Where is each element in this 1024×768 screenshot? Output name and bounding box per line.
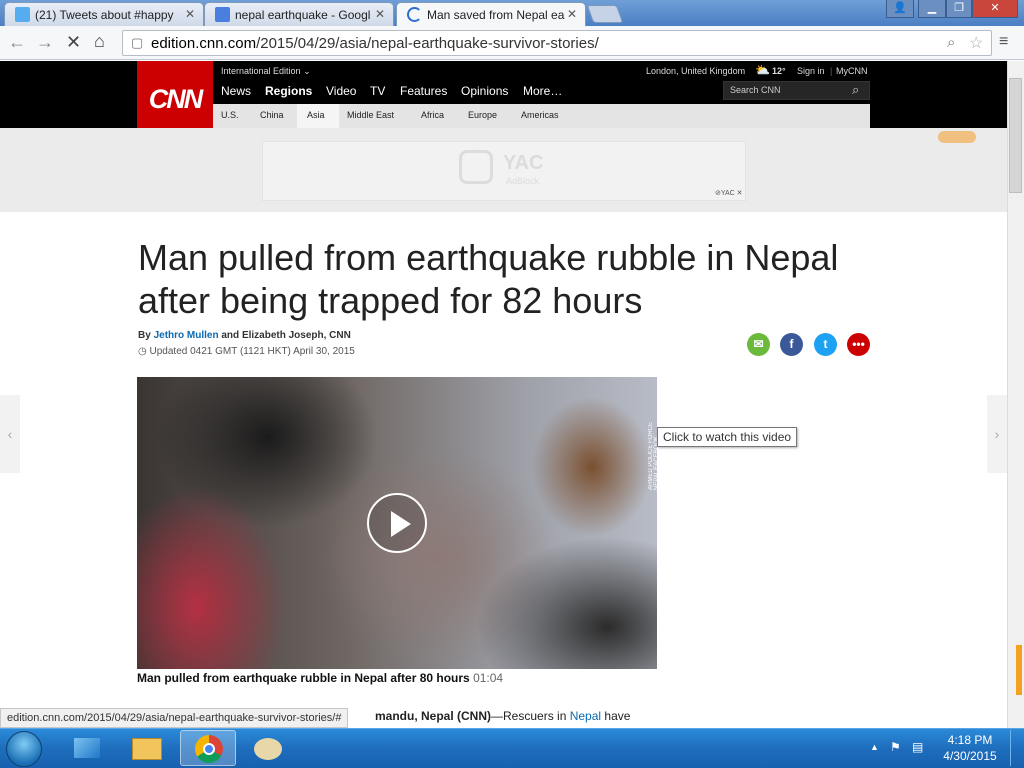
shield-icon <box>459 150 493 184</box>
prev-article-arrow-icon[interactable]: ‹ <box>0 395 20 473</box>
forward-button[interactable]: → <box>36 32 54 53</box>
facebook-share-icon[interactable]: f <box>780 333 803 356</box>
nav-more[interactable]: More… <box>523 84 562 98</box>
maximize-button[interactable]: ❐ <box>946 0 972 18</box>
minimize-button[interactable]: ▁ <box>918 0 946 18</box>
author-link[interactable]: Jethro Mullen <box>154 330 219 341</box>
temperature: 12° <box>772 66 786 76</box>
ad-brand: YAC <box>503 152 544 174</box>
email-share-icon[interactable]: ✉ <box>747 333 770 356</box>
ad-choices-icon[interactable]: ⊘YAC ✕ <box>715 189 743 197</box>
home-button[interactable]: ⌂ <box>94 31 105 52</box>
search-placeholder: Search CNN <box>730 85 781 95</box>
author-text: Elizabeth Joseph, CNN <box>241 330 351 341</box>
file-explorer-icon[interactable] <box>120 730 176 766</box>
more-share-icon[interactable]: ••• <box>847 333 870 356</box>
tray-expand-icon[interactable]: ▲ <box>870 742 879 752</box>
stop-button[interactable]: ✕ <box>66 32 81 53</box>
subnav-africa[interactable]: Africa <box>421 110 444 120</box>
tab-cnn-active[interactable]: Man saved from Nepal ea ✕ <box>396 2 586 27</box>
url-text: edition.cnn.com/2015/04/29/asia/nepal-ea… <box>151 35 599 52</box>
nav-opinions[interactable]: Opinions <box>461 84 508 98</box>
show-desktop-button[interactable] <box>1010 730 1022 766</box>
zoom-icon[interactable]: ⌕ <box>947 34 955 51</box>
bookmark-star-icon[interactable]: ☆ <box>969 33 983 53</box>
ad-placeholder[interactable]: YAC AdBlock ⊘YAC ✕ <box>262 141 746 201</box>
subnav-china[interactable]: China <box>260 110 284 120</box>
article-body: mandu, Nepal (CNN)—Rescuers in Nepal hav… <box>375 709 631 723</box>
close-icon[interactable]: ✕ <box>375 7 385 21</box>
search-input[interactable]: Search CNN ⌕ <box>723 81 870 100</box>
new-tab-button[interactable] <box>586 5 624 23</box>
video-tooltip: Click to watch this video <box>657 427 798 447</box>
nav-news[interactable]: News <box>221 84 251 98</box>
back-button[interactable]: ← <box>8 32 26 53</box>
window-close-button[interactable]: ✕ <box>972 0 1018 18</box>
regions-subnav: U.S. China Asia Middle East Africa Europ… <box>213 104 870 128</box>
video-duration: 01:04 <box>473 671 504 685</box>
location: London, United Kingdom <box>646 66 746 76</box>
close-icon[interactable]: ✕ <box>567 7 577 21</box>
status-bar-url: edition.cnn.com/2015/04/29/asia/nepal-ea… <box>0 708 349 728</box>
twitter-icon <box>15 7 30 22</box>
video-caption: Man pulled from earthquake rubble in Nep… <box>137 671 504 685</box>
loading-icon <box>407 7 422 22</box>
nav-video[interactable]: Video <box>326 84 356 98</box>
nav-tv[interactable]: TV <box>370 84 385 98</box>
search-icon[interactable]: ⌕ <box>852 82 859 98</box>
next-article-arrow-icon[interactable]: › <box>987 395 1007 473</box>
tab-title: nepal earthquake - Googl <box>235 8 371 22</box>
cnn-logo[interactable]: CNN <box>137 61 213 137</box>
network-icon[interactable]: ▤ <box>912 740 923 754</box>
updated-timestamp: ◷ Updated 0421 GMT (1121 HKT) April 30, … <box>138 346 355 357</box>
media-player-icon[interactable] <box>60 730 116 766</box>
chevron-down-icon: ⌄ <box>303 66 311 76</box>
ad-sub: AdBlock <box>506 176 540 186</box>
my-cnn-link[interactable]: MyCNN <box>836 66 868 76</box>
nepal-link[interactable]: Nepal <box>570 709 601 723</box>
scrollbar-thumb[interactable] <box>1009 78 1022 193</box>
scroll-marker <box>1016 645 1022 695</box>
taskbar-clock[interactable]: 4:18 PM 4/30/2015 <box>940 732 1000 764</box>
clock-icon: ◷ <box>138 346 147 357</box>
edition-selector[interactable]: International Edition ⌄ <box>221 66 311 77</box>
google-icon <box>215 7 230 22</box>
yac-badge-icon[interactable] <box>938 131 976 143</box>
subnav-middle-east[interactable]: Middle East <box>347 110 394 120</box>
divider: | <box>830 66 833 76</box>
menu-icon[interactable]: ≡ <box>999 33 1008 51</box>
tab-title: (21) Tweets about #happy <box>35 8 174 22</box>
twitter-share-icon[interactable]: t <box>814 333 837 356</box>
chrome-icon[interactable] <box>180 730 236 766</box>
subnav-americas[interactable]: Americas <box>521 110 559 120</box>
tab-title: Man saved from Nepal ea <box>427 8 565 22</box>
page-icon: ▢ <box>131 35 144 50</box>
subnav-us[interactable]: U.S. <box>221 110 239 120</box>
sign-in-link[interactable]: Sign in <box>797 66 825 76</box>
tab-twitter[interactable]: (21) Tweets about #happy ✕ <box>4 2 204 26</box>
user-icon[interactable]: 👤 <box>886 0 914 18</box>
paint-icon[interactable] <box>240 730 296 766</box>
subnav-europe[interactable]: Europe <box>468 110 497 120</box>
play-icon[interactable] <box>367 493 427 553</box>
close-icon[interactable]: ✕ <box>185 7 195 21</box>
byline: By Jethro Mullen and Elizabeth Joseph, C… <box>138 330 351 341</box>
weather-icon: ⛅ <box>755 63 770 77</box>
nav-features[interactable]: Features <box>400 84 447 98</box>
subnav-asia[interactable]: Asia <box>307 110 325 120</box>
address-bar[interactable]: ▢ edition.cnn.com/2015/04/29/asia/nepal-… <box>122 30 992 56</box>
tab-google[interactable]: nepal earthquake - Googl ✕ <box>204 2 394 26</box>
article-headline: Man pulled from earthquake rubble in Nep… <box>138 237 839 321</box>
nav-regions[interactable]: Regions <box>265 84 312 98</box>
action-center-icon[interactable]: ⚑ <box>890 740 901 754</box>
start-button-icon[interactable] <box>6 731 42 767</box>
